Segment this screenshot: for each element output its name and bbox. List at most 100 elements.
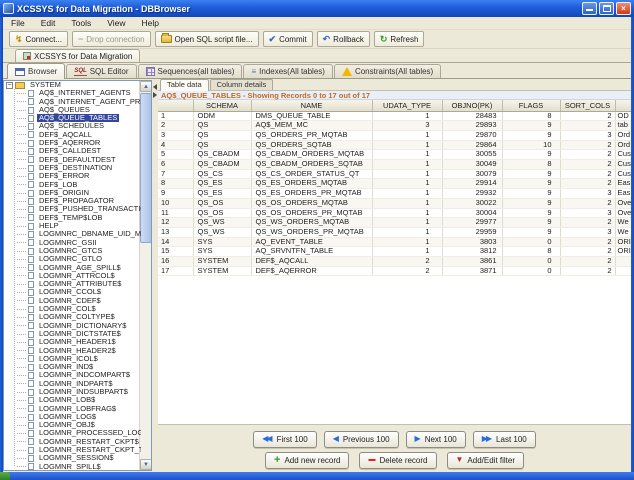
cell[interactable]: QS_ORDERS_SQTAB (251, 140, 373, 151)
cell[interactable]: QS_ES (193, 178, 252, 190)
cell[interactable]: 15 (158, 246, 194, 258)
last-100-button[interactable]: ▶▶ Last 100 (472, 430, 536, 448)
cell[interactable]: 1 (372, 217, 443, 228)
cell[interactable]: 2 (560, 246, 616, 258)
cell[interactable]: 3812 (442, 246, 503, 258)
cell[interactable]: 29893 (442, 120, 503, 131)
cell[interactable]: 29914 (442, 178, 503, 190)
cell[interactable]: QS_WS (193, 227, 252, 238)
cell[interactable]: 3861 (442, 256, 503, 267)
cell[interactable]: ORI (615, 246, 631, 258)
cell[interactable]: 9 (502, 188, 561, 199)
close-button[interactable]: × (616, 2, 631, 15)
cell[interactable]: OD (615, 111, 631, 122)
table-row[interactable]: 6 QS_CBADM QS_CBADM_ORDERS_SQTAB 1 30049 8 2 Cu… (158, 159, 631, 170)
cell[interactable]: 28483 (442, 111, 503, 122)
table-row[interactable]: 1 ODM DMS_QUEUE_TABLE 1 28483 8 2 OD (158, 111, 631, 122)
cell[interactable]: ORI (615, 237, 631, 248)
cell[interactable]: 2 (560, 217, 616, 228)
cell[interactable]: 30079 (442, 169, 503, 180)
column-header[interactable]: OBJNO(PK) (442, 100, 503, 112)
cell[interactable]: QS (193, 120, 252, 131)
cell[interactable]: 1 (372, 246, 443, 258)
cell[interactable]: 3 (560, 208, 616, 219)
cell[interactable]: ODM (193, 111, 252, 122)
cell[interactable]: 9 (502, 149, 561, 161)
cell[interactable]: QS (193, 130, 252, 141)
cell[interactable]: QS_OS_ORDERS_PR_MQTAB (251, 208, 373, 219)
cell[interactable]: 3 (560, 227, 616, 238)
tab-table-data[interactable]: Table data (160, 79, 209, 91)
tab-column-details[interactable]: Column details (209, 79, 274, 90)
cell[interactable]: 9 (502, 178, 561, 190)
next-100-button[interactable]: ▶ Next 100 (405, 430, 466, 448)
cell[interactable]: QS_CS_ORDER_STATUS_QT (251, 169, 373, 180)
cell[interactable]: 1 (158, 111, 194, 122)
cell[interactable]: AQ_SRVNTFN_TABLE (251, 246, 373, 258)
commit-button[interactable]: ✔ Commit (262, 31, 313, 47)
table-row[interactable]: 17 SYSTEM DEF$_AQERROR 2 3871 0 2 (158, 266, 631, 277)
cell[interactable]: 1 (372, 111, 443, 122)
cell[interactable]: 6 (158, 159, 194, 170)
tab-constraints-all-tables[interactable]: Constraints(All tables) (333, 64, 442, 78)
cell[interactable] (615, 256, 631, 267)
table-row[interactable]: 9 QS_ES QS_ES_ORDERS_PR_MQTAB 1 29932 9 3 Eas (158, 188, 631, 199)
cell[interactable]: 7 (158, 169, 194, 180)
table-row[interactable]: 11 QS_OS QS_OS_ORDERS_PR_MQTAB 1 30004 9 3 Ove (158, 208, 631, 219)
cell[interactable]: 8 (502, 159, 561, 170)
table-row[interactable]: 15 SYS AQ_SRVNTFN_TABLE 1 3812 8 2 ORI (158, 246, 631, 258)
scroll-up-icon[interactable]: ▲ (140, 81, 151, 92)
cell[interactable]: 0 (502, 237, 561, 248)
cell[interactable]: 1 (372, 237, 443, 248)
cell[interactable]: 8 (158, 178, 194, 190)
cell[interactable]: 8 (502, 246, 561, 258)
cell[interactable]: 14 (158, 237, 194, 248)
cell[interactable]: 9 (502, 130, 561, 141)
cell[interactable]: QS_CS (193, 169, 252, 180)
cell[interactable]: 2 (560, 256, 616, 267)
cell[interactable]: 3803 (442, 237, 503, 248)
cell[interactable]: QS_CBADM (193, 159, 252, 170)
cell[interactable]: 2 (158, 120, 194, 131)
add-edit-filter-button[interactable]: ▼ Add/Edit filter (446, 451, 524, 469)
cell[interactable]: AQ_EVENT_TABLE (251, 237, 373, 248)
column-header[interactable] (158, 100, 194, 112)
connect-button[interactable]: ↯ Connect... (9, 31, 69, 47)
cell[interactable]: QS_ES_ORDERS_PR_MQTAB (251, 188, 373, 199)
cell[interactable]: 9 (502, 227, 561, 238)
cell[interactable]: SYS (193, 237, 252, 248)
cell[interactable]: Eas (615, 188, 631, 199)
table-row[interactable]: 10 QS_OS QS_OS_ORDERS_MQTAB 1 30022 9 2 Ove (158, 198, 631, 209)
cell[interactable]: 30004 (442, 208, 503, 219)
cell[interactable]: QS_OS (193, 198, 252, 209)
scroll-down-icon[interactable]: ▼ (140, 459, 151, 470)
cell[interactable]: 0 (502, 256, 561, 267)
table-row[interactable]: 2 QS AQ$_MEM_MC 3 29893 9 2 tab (158, 120, 631, 131)
cell[interactable]: DMS_QUEUE_TABLE (251, 111, 373, 122)
cell[interactable]: DEF$_AQCALL (251, 256, 373, 267)
cell[interactable]: DEF$_AQERROR (251, 266, 373, 277)
minimize-button[interactable] (582, 2, 597, 15)
cell[interactable]: 2 (560, 149, 616, 161)
cell[interactable]: 9 (502, 169, 561, 180)
cell[interactable]: 2 (372, 266, 443, 277)
table-row[interactable]: 5 QS_CBADM QS_CBADM_ORDERS_MQTAB 1 30055 9 2 Cu… (158, 149, 631, 161)
cell[interactable]: 1 (372, 149, 443, 161)
taskbar-strip[interactable] (0, 472, 634, 480)
tab-sql-editor[interactable]: SQL SQL Editor (66, 64, 137, 78)
cell[interactable]: 29977 (442, 217, 503, 228)
cell[interactable]: Ord (615, 130, 631, 141)
table-row[interactable]: 7 QS_CS QS_CS_ORDER_STATUS_QT 1 30079 9 2 Cus (158, 169, 631, 180)
cell[interactable]: 2 (560, 111, 616, 122)
cell[interactable]: 2 (560, 169, 616, 180)
menu-edit[interactable]: Edit (33, 18, 64, 28)
add-new-record-button[interactable]: + Add new record (265, 451, 350, 469)
menu-help[interactable]: Help (133, 18, 166, 28)
cell[interactable]: 11 (158, 208, 194, 219)
refresh-button[interactable]: ↻ Refresh (373, 31, 425, 47)
cell[interactable]: QS_OS (193, 208, 252, 219)
cell[interactable]: Ove (615, 208, 631, 219)
cell[interactable]: 3 (158, 130, 194, 141)
tab-indexes-all-tables[interactable]: ≡ Indexes(All tables) (243, 64, 333, 78)
start-button-sliver[interactable] (0, 472, 10, 480)
